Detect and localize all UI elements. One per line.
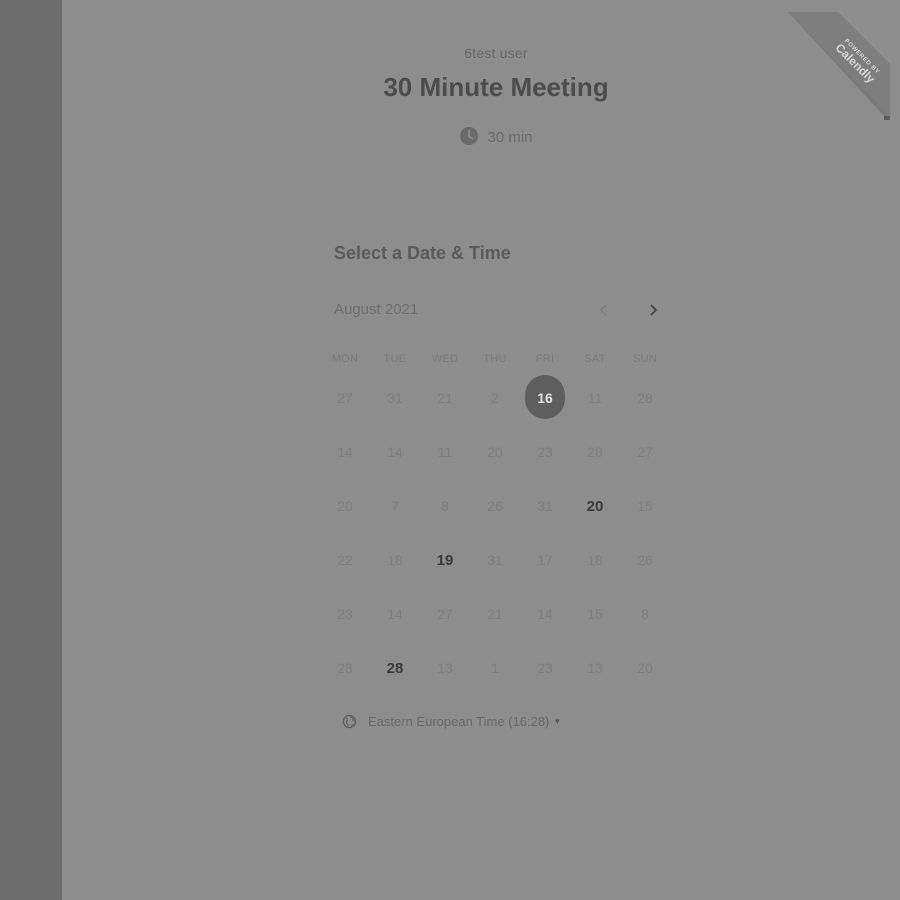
clock-icon [459,126,479,146]
calendar-day: 31 [387,390,403,406]
calendar-day: 28 [337,660,353,676]
weekday-label: SAT [584,353,606,365]
calendar-day: 27 [337,390,353,406]
weekday-label: MON [331,353,359,365]
calendar-day: 23 [337,606,353,622]
calendar-day: 2 [491,390,499,406]
calendar-day: 18 [587,552,603,568]
timezone-label: Eastern European Time (16:28) [368,714,550,729]
weekday-label: TUE [383,353,407,365]
calendar-day: 28 [637,390,653,406]
calendar-day: 15 [587,606,603,622]
duration-label: 30 min [487,128,533,146]
calendar-day: 23 [537,660,553,676]
calendar-day: 28 [587,444,603,460]
caret-down-icon: ▼ [553,717,562,726]
calendar-day: 11 [587,390,603,406]
calendar-day: 27 [637,444,653,460]
calendar-day: 23 [537,444,553,460]
calendar-day: 20 [637,660,653,676]
calendar-day: 14 [337,444,353,460]
calendar-day-number: 16 [537,390,553,406]
calendar-day: 14 [537,606,553,622]
calendar-day: 13 [437,660,453,676]
calendar-day: 13 [587,660,603,676]
calendar-day: 31 [537,498,553,514]
calendar-day-available[interactable]: 28 [370,641,420,695]
weekday-header: MON TUE WED THU FRI SAT SUN [320,353,670,365]
powered-by-calendly-ribbon[interactable]: POWERED BY Calendly [788,12,890,120]
calendar-day: 8 [441,498,449,514]
calendar-day: 14 [387,444,403,460]
calendar-day: 7 [391,498,399,514]
calendar-day: 31 [487,552,503,568]
chevron-left-icon [599,304,607,316]
section-title: Select a Date & Time [334,243,511,263]
calendar-day: 15 [637,498,653,514]
event-duration: 30 min [62,126,900,148]
calendar-day: 21 [487,606,503,622]
calendar-grid: 27 31 21 2 16 11 28 14 14 11 20 23 28 27… [320,371,670,695]
weekday-label: FRI [535,353,555,365]
previous-month-button[interactable] [590,296,618,324]
calendar-day-available[interactable]: 20 [570,479,620,533]
month-label: August 2021 [334,301,419,318]
calendar-day: 27 [437,606,453,622]
calendar-day: 14 [387,606,403,622]
calendar-day: 11 [437,444,453,460]
calendar-day-available[interactable]: 19 [420,533,470,587]
calendar-day: 26 [637,552,653,568]
calendar-day: 26 [487,498,503,514]
next-month-button[interactable] [639,296,667,324]
calendar-day: 22 [337,552,353,568]
globe-icon [342,714,357,729]
calendar-day: 8 [641,606,649,622]
timezone-selector[interactable]: Eastern European Time (16:28) ▼ [342,714,561,729]
calendar-day: 21 [437,390,453,406]
calendar-day: 18 [387,552,403,568]
calendar-day: 1 [491,660,499,676]
weekday-label: SUN [632,353,658,365]
left-strip [0,0,62,900]
calendar-day: 20 [337,498,353,514]
calendar-day-selected[interactable]: 16 [520,371,570,425]
host-name: 6test user [464,45,528,61]
calendar-day: 20 [487,444,503,460]
event-title: 30 Minute Meeting [383,72,609,102]
weekday-label: THU [483,353,507,365]
chevron-right-icon [650,304,658,316]
weekday-label: WED [431,353,459,365]
calendar-day: 17 [537,552,553,568]
